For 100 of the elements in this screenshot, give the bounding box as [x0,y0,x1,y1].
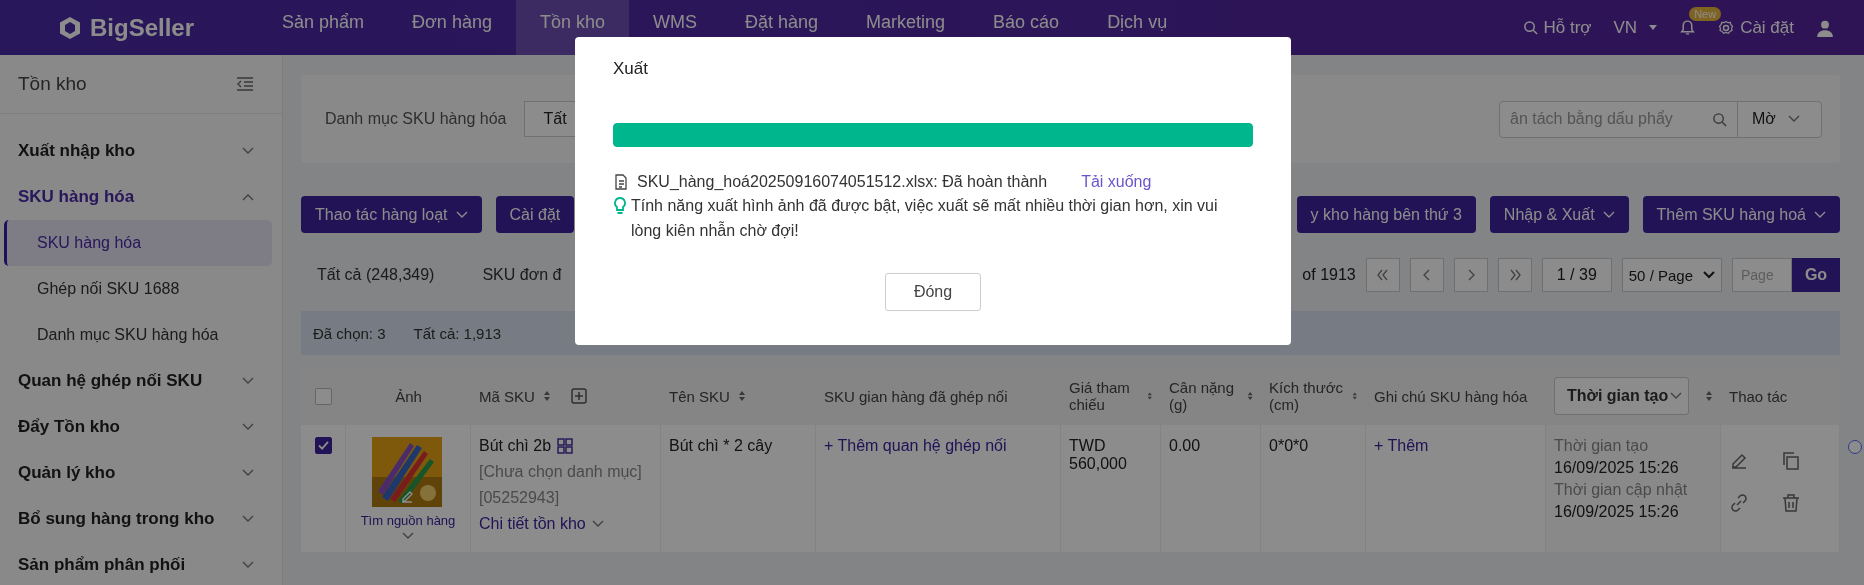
close-button[interactable]: Đóng [885,273,981,311]
column-header: Cân nặng (g) [1169,379,1236,413]
checkbox[interactable] [314,437,332,454]
sidebar-section[interactable]: Đẩy Tồn kho [0,404,282,450]
edit-icon[interactable] [399,489,415,505]
toolbar-button[interactable]: Thao tác hàng loạt [301,196,482,233]
caret-icon [591,520,604,528]
checkbox[interactable] [315,387,332,405]
grid-icon[interactable] [557,438,574,454]
toolbar-button[interactable]: Cài đặt [495,196,575,233]
sort-icon[interactable] [1147,390,1153,402]
category-text: [Chưa chọn danh mục] [479,463,643,481]
help-link[interactable]: Hỗ trợ [1522,17,1592,38]
add-column-icon[interactable] [570,388,587,404]
edit-icon[interactable] [1729,451,1749,471]
table-cell-text: 0.00 [1169,437,1202,455]
page-size-select[interactable]: 50 / Page [1621,258,1722,292]
add-link[interactable]: + Thêm [1374,437,1537,455]
chevron-icon [242,423,254,431]
sort-icon[interactable] [1705,390,1713,402]
circle-icon[interactable] [1848,440,1862,454]
column-header: SKU gian hàng đã ghép nối [824,387,1008,405]
source-link[interactable]: Tìm nguồn hàng [360,513,456,528]
language-select[interactable]: VN [1613,17,1658,38]
logo-text: BigSeller [90,13,195,42]
selected-count: Đã chọn: 3 [313,324,386,342]
caret-icon [1602,210,1615,219]
caret-icon [1703,271,1715,279]
tip-text: Tính năng xuất hình ảnh đã được bật, việc xuất sẽ mất nhiều thời gian hơn, xin vui lòng kiên nhẫn chờ đợi! [631,196,1219,241]
caret-icon [1649,25,1658,30]
column-header: Thao tác [1729,387,1788,405]
collapse-icon[interactable] [236,77,254,91]
search-icon [1522,20,1538,35]
filter-label: Danh mục SKU hàng hóa [325,110,507,128]
filter-tab[interactable]: Tất cả (248,349) [317,266,435,284]
chevron-icon [242,515,254,523]
logo-icon [58,15,82,40]
sku-code: Bút chì 2b [479,437,552,455]
file-icon [613,174,629,190]
link-icon[interactable] [1729,493,1749,513]
search-icon[interactable] [1712,111,1727,127]
chevron-icon [242,147,254,155]
check-icon [317,441,329,450]
time-value: 16/09/2025 15:26 [1554,459,1680,477]
settings-icon [1718,19,1735,36]
sidebar-title: Tồn kho [18,73,87,95]
stock-detail-link[interactable]: Chi tiết tồn kho [479,515,652,533]
nav-tab[interactable]: Sản phẩm [258,0,389,55]
sidebar-section[interactable]: Sản phẩm phân phối [0,542,282,585]
caret-icon [402,532,414,540]
go-button[interactable]: Go [1792,258,1840,292]
caret-icon [1670,392,1683,400]
time-label: Thời gian tạo [1554,437,1650,455]
new-badge: New [1689,7,1722,21]
chevron-icon [242,377,254,385]
search-field[interactable]: ân tách bằng dấu phẩy Mờ [1499,100,1822,138]
nav-tab[interactable]: Đơn hàng [388,0,516,55]
code-text: [05252943] [479,489,561,507]
column-header: Kích thước (cm) [1269,379,1345,413]
column-header: Tên SKU [669,387,730,405]
sort-icon[interactable] [1352,390,1358,402]
sidebar-section[interactable]: Bổ sung hàng trong kho [0,496,282,542]
mode-select[interactable]: Mờ [1737,101,1821,137]
sidebar-section[interactable]: SKU hàng hóa [0,174,282,220]
filter-tab[interactable]: SKU đơn đ [482,266,562,284]
sort-icon[interactable] [737,390,746,402]
column-header: Mã SKU [479,387,535,405]
toolbar-button[interactable]: y kho hàng bên thứ 3 [1296,196,1476,233]
table-cell-text: TWD 560,000 [1069,437,1128,473]
sidebar-item[interactable]: Danh mục SKU hàng hóa [4,312,272,358]
time-label: Thời gian cập nhật [1554,481,1689,499]
add-link[interactable]: + Thêm quan hệ ghép nối [824,437,1052,455]
table-cell-text: 0*0*0 [1269,437,1310,455]
bell-icon[interactable] [1679,19,1697,36]
chevron-icon [242,193,254,201]
sidebar-section[interactable]: Xuất nhập kho [0,128,282,174]
table-cell-text: Bút chì * 2 cây [669,437,774,455]
sidebar-item[interactable]: Ghép nối SKU 1688 [4,266,272,312]
dialog-title: Xuất [613,59,649,79]
time-select[interactable]: Thời gian tạo [1554,377,1690,415]
lightbulb-icon [613,197,627,215]
sidebar-section[interactable]: Quản lý kho [0,450,282,496]
total-count: Tất cả: 1,913 [413,324,502,342]
column-header: Giá tham chiếu [1069,379,1131,413]
column-header: Ghi chú SKU hàng hóa [1374,387,1528,405]
download-link[interactable]: Tải xuống [1081,173,1152,191]
caret-icon [1814,210,1826,219]
sidebar-item[interactable]: SKU hàng hóa [4,220,272,266]
sort-icon[interactable] [1246,390,1253,402]
chevron-icon [242,561,254,569]
user-icon[interactable] [1816,18,1834,37]
column-header: Ảnh [395,387,422,405]
toolbar-button[interactable]: Thêm SKU hàng hoá [1642,196,1840,233]
sidebar-section[interactable]: Quan hệ ghép nối SKU [0,358,282,404]
file-status: SKU_hàng_hoá20250916074051512.xlsx: Đã hoàn thành [637,173,1048,191]
caret-icon [455,210,468,219]
sort-icon[interactable] [542,390,551,402]
toolbar-button[interactable]: Nhập & Xuất [1489,196,1629,233]
delete-icon[interactable] [1781,493,1801,513]
copy-icon[interactable] [1781,451,1801,471]
